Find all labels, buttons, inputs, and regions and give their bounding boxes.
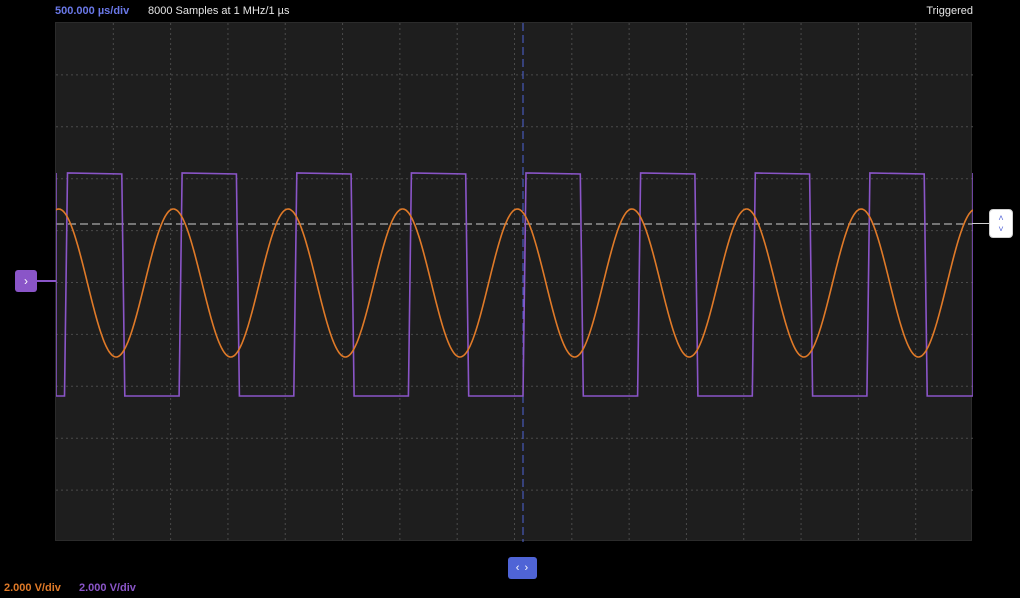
sample-info: 8000 Samples at 1 MHz/1 µs [148, 5, 290, 17]
status-bar: 500.000 µs/div 8000 Samples at 1 MHz/1 µ… [0, 0, 1020, 22]
timebase-label[interactable]: 500.000 µs/div [55, 5, 129, 17]
trigger-time-marker[interactable]: ‹ › [508, 557, 537, 579]
chevron-down-icon: ˅ [998, 223, 1004, 234]
chevron-up-icon: ˄ [998, 212, 1004, 223]
chevron-right-icon: › [24, 274, 28, 288]
channel-offset-line [37, 280, 56, 282]
trigger-status: Triggered [926, 5, 973, 17]
left-right-chevron-icon: ‹ › [515, 562, 530, 574]
channel-a-scale[interactable]: 2.000 V/div [4, 582, 61, 594]
channel-scale-bar: 2.000 V/div 2.000 V/div [0, 582, 1020, 598]
scope-display[interactable] [55, 22, 973, 542]
trigger-level-line [972, 223, 989, 224]
trigger-level-marker[interactable]: ˄ ˅ [989, 209, 1013, 238]
channel-offset-marker[interactable]: › [15, 270, 37, 292]
channel-b-scale[interactable]: 2.000 V/div [79, 582, 136, 594]
scope-graph [56, 23, 973, 542]
